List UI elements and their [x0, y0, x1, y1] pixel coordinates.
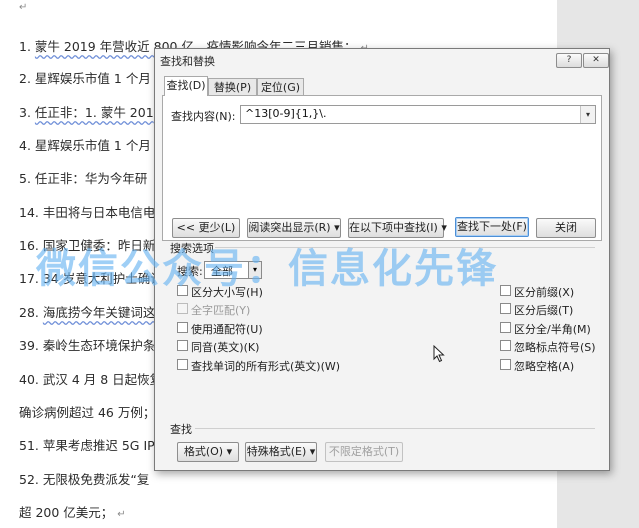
- no-format-button: 不限定格式(T): [325, 442, 403, 462]
- dialog-title: 查找和替换: [160, 55, 215, 68]
- find-next-button[interactable]: 查找下一处(F): [455, 217, 529, 237]
- mouse-cursor-icon: [433, 345, 445, 363]
- reading-highlight-button[interactable]: 阅读突出显示(R) ▾: [247, 218, 341, 238]
- tab-goto[interactable]: 定位(G): [257, 78, 304, 96]
- doc-line-52: 52. 无限极免费派发“复: [19, 472, 150, 487]
- doc-line-14: 14. 丰田将与日本电信电: [19, 205, 156, 220]
- doc-line-last: 超 200 亿美元； ↵: [19, 505, 126, 520]
- doc-line-28: 28. 海底捞今年关键词这: [19, 305, 156, 320]
- doc-line-4: 4. 星辉娱乐市值 1 个月: [19, 138, 151, 153]
- doc-line-40: 40. 武汉 4 月 8 日起恢复: [19, 372, 163, 387]
- help-button[interactable]: ?: [556, 53, 582, 68]
- watermark-text: 微信公众号：信息化先锋: [36, 246, 498, 292]
- close-icon[interactable]: ✕: [583, 53, 609, 68]
- doc-line-3: 3. 任正非：1. 蒙牛 201: [19, 105, 154, 120]
- divider: [195, 428, 595, 429]
- find-what-input[interactable]: ^13[0-9]{1,}\. ▾: [240, 105, 596, 124]
- chevron-down-icon[interactable]: ▾: [580, 106, 595, 123]
- doc-line-39: 39. 秦岭生态环境保护条: [19, 338, 156, 353]
- find-what-value: ^13[0-9]{1,}\.: [245, 107, 327, 120]
- doc-line-5: 5. 任正非：华为今年研: [19, 171, 148, 186]
- find-section-label: 查找: [170, 423, 192, 436]
- doc-line-2: 2. 星辉娱乐市值 1 个月: [19, 71, 151, 86]
- paragraph-mark: ↵: [19, 2, 28, 13]
- special-format-button[interactable]: 特殊格式(E) ▾: [245, 442, 317, 462]
- find-what-label: 查找内容(N):: [171, 110, 236, 123]
- format-button[interactable]: 格式(O) ▾: [177, 442, 239, 462]
- tab-replace[interactable]: 替换(P): [208, 78, 257, 96]
- tab-find[interactable]: 查找(D): [164, 76, 208, 96]
- doc-line-continuation: 确诊病例超过 46 万例；: [19, 405, 156, 420]
- doc-line-51: 51. 苹果考虑推迟 5G IP: [19, 438, 155, 453]
- close-button[interactable]: 关闭: [536, 218, 596, 238]
- find-in-button[interactable]: 在以下项中查找(I) ▾: [348, 218, 447, 238]
- less-button[interactable]: << 更少(L): [172, 218, 240, 238]
